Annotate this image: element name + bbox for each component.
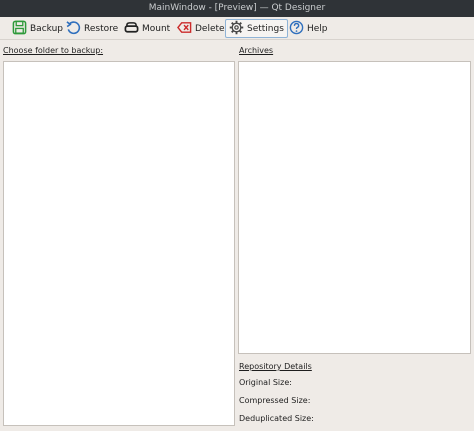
question-icon [289,20,304,38]
folder-section-label: Choose folder to backup: [3,46,104,55]
archives-list[interactable] [238,61,471,354]
settings-button[interactable]: Settings [225,19,288,38]
archives-section-label: Archives [239,46,274,55]
backspace-delete-icon [177,20,192,38]
backup-button[interactable]: Backup [8,19,67,38]
gear-icon [229,20,244,38]
help-label: Help [307,23,328,34]
compressed-size-label: Compressed Size: [239,396,311,405]
restore-button[interactable]: Restore [62,19,122,38]
main-window: MainWindow - [Preview] — Qt Designer Bac… [0,0,474,431]
help-button[interactable]: Help [285,19,332,38]
restore-label: Restore [84,23,119,34]
backup-label: Backup [30,23,63,34]
delete-button[interactable]: Delete [173,19,229,38]
toolbar: Backup Restore Mount Delete Settings Hel… [0,17,474,40]
original-size-label: Original Size: [239,378,292,387]
delete-label: Delete [195,23,225,34]
folder-tree-view[interactable] [3,61,235,426]
title-bar: MainWindow - [Preview] — Qt Designer [0,0,474,17]
mount-label: Mount [142,23,171,34]
save-icon [12,20,27,38]
repository-details-heading: Repository Details [239,362,312,371]
deduplicated-size-label: Deduplicated Size: [239,414,314,423]
mount-button[interactable]: Mount [120,19,174,38]
drive-icon [124,20,139,38]
settings-label: Settings [247,23,284,34]
window-title: MainWindow - [Preview] — Qt Designer [148,3,326,13]
undo-icon [66,20,81,38]
